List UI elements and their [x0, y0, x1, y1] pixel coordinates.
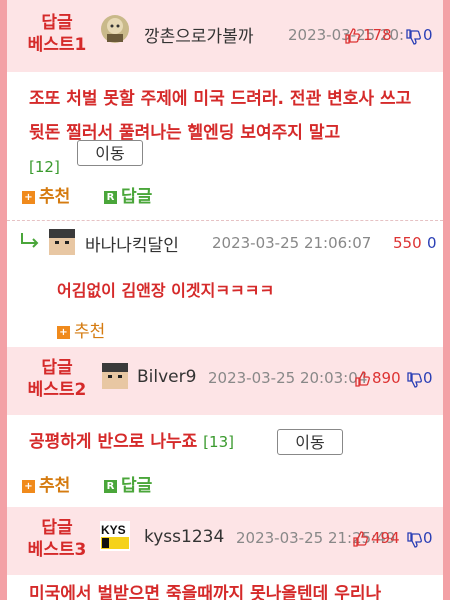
comment-count: [13] — [203, 433, 234, 451]
best-rank-badge: 답글 베스트3 — [27, 518, 87, 560]
best-reply-header-2: 답글 베스트2 Bilver9 2023-03-25 20:03:04 890 … — [7, 347, 443, 415]
user-nickname[interactable]: Bilver9 — [137, 367, 196, 387]
recommend-button[interactable]: + 추천 — [22, 471, 70, 496]
reply-r-icon: R — [104, 479, 117, 493]
comment-count: [12] — [29, 158, 60, 176]
downvote-count: 0 — [427, 234, 437, 252]
upvote-count: 494 — [371, 529, 400, 547]
recommend-button[interactable]: + 추천 — [22, 182, 70, 207]
thumbs-down-icon[interactable] — [406, 372, 422, 388]
thumbs-up-icon[interactable] — [344, 28, 360, 44]
thumbs-up-icon[interactable] — [354, 371, 370, 387]
reply-arrow-icon — [21, 233, 39, 248]
thumbs-down-icon[interactable] — [405, 29, 421, 45]
user-avatar[interactable] — [100, 14, 130, 44]
downvote-count: 0 — [423, 529, 433, 547]
user-avatar[interactable] — [47, 227, 77, 257]
move-button[interactable]: 이동 — [277, 429, 343, 455]
recommend-button[interactable]: + 추천 — [57, 317, 105, 342]
plus-icon: + — [22, 479, 35, 493]
upvote-count: 550 — [393, 234, 422, 252]
user-avatar[interactable]: KYS — [100, 521, 130, 551]
reply-button[interactable]: R 답글 — [104, 471, 152, 496]
best-reply-header-3: 답글 베스트3 KYS kyss1234 2023-03-25 21:25:49… — [7, 507, 443, 575]
reply-content: 미국에서 벌받으면 죽을때까지 못나올텐데 우리나 — [29, 584, 382, 600]
reply-content: 공평하게 반으로 나누죠 [13] — [29, 432, 234, 452]
best-reply-body-2: 공평하게 반으로 나누죠 [13] 이동 + 추천 R 답글 — [7, 415, 443, 507]
reply-r-icon: R — [104, 190, 117, 204]
best-reply-body-3: 미국에서 벌받으면 죽을때까지 못나올텐데 우리나 — [7, 575, 443, 600]
plus-icon: + — [57, 325, 70, 339]
post-date: 2023-03-25 20:03:04 — [208, 369, 368, 387]
reply-content: 조또 처벌 못할 주제에 미국 드려라. 전관 변호사 쓰고 뒷돈 찔러서 풀려… — [29, 89, 412, 176]
best-rank-badge: 답글 베스트1 — [27, 13, 87, 55]
best-reply-header-1: 답글 베스트1 깡촌으로가볼까 2023-03-25 20: 178 0 — [7, 0, 443, 72]
move-button[interactable]: 이동 — [77, 140, 143, 166]
reply-date: 2023-03-25 21:06:07 — [212, 234, 372, 252]
best-rank-badge: 답글 베스트2 — [27, 358, 87, 400]
reply-button[interactable]: R 답글 — [104, 182, 152, 207]
user-nickname[interactable]: 바나나킥달인 — [85, 231, 179, 256]
upvote-count: 890 — [372, 369, 401, 387]
user-nickname[interactable]: 깡촌으로가볼까 — [144, 22, 253, 47]
thumbs-up-icon[interactable] — [352, 531, 368, 547]
user-nickname[interactable]: kyss1234 — [144, 527, 224, 547]
downvote-count: 0 — [423, 26, 433, 44]
user-avatar[interactable] — [100, 361, 130, 391]
downvote-count: 0 — [423, 369, 433, 387]
upvote-count: 178 — [363, 26, 392, 44]
best-reply-body-1: 조또 처벌 못할 주제에 미국 드려라. 전관 변호사 쓰고 뒷돈 찔러서 풀려… — [7, 72, 443, 220]
reply-content: 어김없이 김앤장 이겟지ㅋㅋㅋㅋ — [57, 281, 275, 300]
svg-text:KYS: KYS — [101, 523, 126, 537]
nested-reply: 바나나킥달인 2023-03-25 21:06:07 550 0 어김없이 김앤… — [7, 221, 443, 347]
plus-icon: + — [22, 190, 35, 204]
thumbs-down-icon[interactable] — [406, 532, 422, 548]
